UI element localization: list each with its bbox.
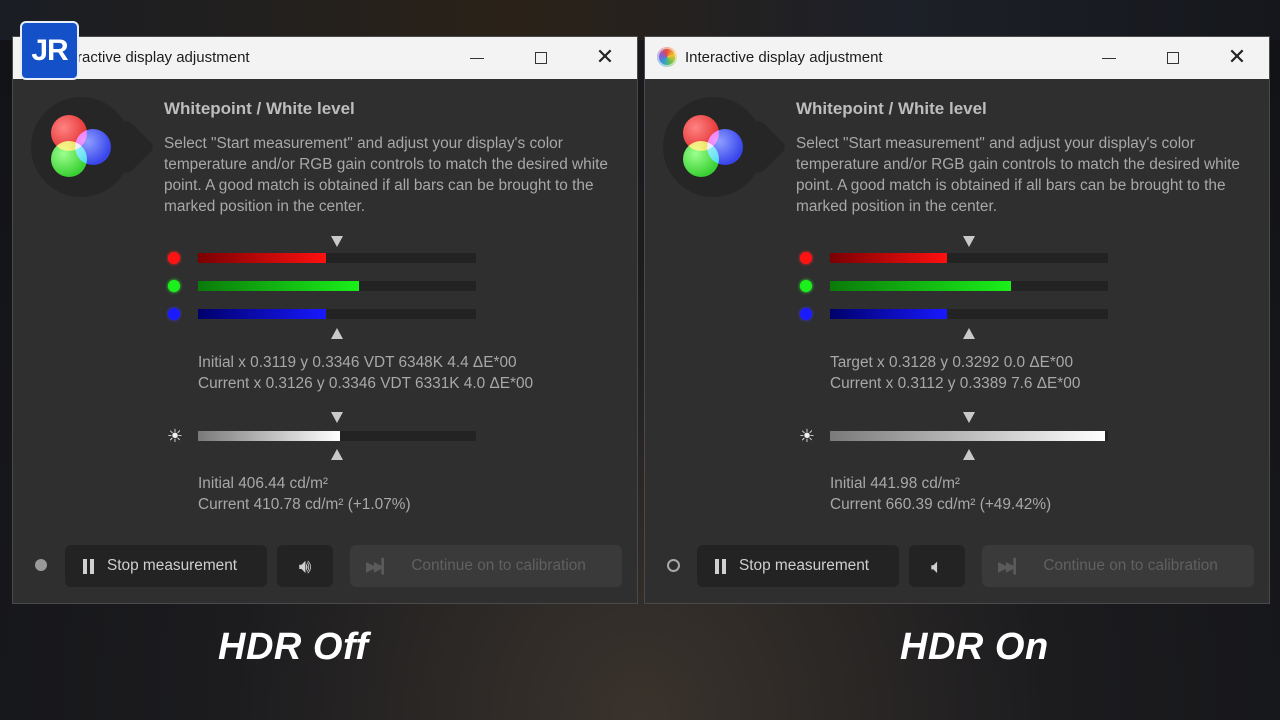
- stop-measurement-label: Stop measurement: [739, 557, 870, 574]
- luminance-marker-bottom: [331, 449, 343, 460]
- blue-gain-bar: [198, 309, 476, 319]
- speaker-muted-icon: 🔈︎: [931, 554, 943, 578]
- color-readout-current: Current x 0.3112 y 0.3389 7.6 ΔE*00: [830, 375, 1081, 392]
- continue-calibration-button[interactable]: ▶▶▎ Continue on to calibration: [982, 545, 1254, 587]
- jr-watermark-logo: JR: [20, 21, 79, 80]
- blue-channel-icon: [168, 308, 180, 320]
- target-marker-bottom: [331, 328, 343, 339]
- window-hdr-off: ractive display adjustment ✕ Whitepoint …: [12, 36, 638, 604]
- color-readout-target: Target x 0.3128 y 0.3292 0.0 ΔE*00: [830, 354, 1074, 371]
- skip-forward-icon: ▶▶▎: [366, 557, 392, 574]
- red-channel-icon: [168, 252, 180, 264]
- red-channel-icon: [800, 252, 812, 264]
- blue-bar-fill: [198, 309, 326, 319]
- luminance-bar: [198, 431, 476, 441]
- luminance-bar-fill: [198, 431, 340, 441]
- close-button[interactable]: ✕: [591, 44, 619, 72]
- continue-calibration-button[interactable]: ▶▶▎ Continue on to calibration: [350, 545, 622, 587]
- window-title: ractive display adjustment: [77, 49, 250, 66]
- luminance-marker-top: [963, 412, 975, 423]
- blue-channel-icon: [800, 308, 812, 320]
- rgb-circles-logo: [679, 115, 749, 185]
- color-readout-initial: Initial x 0.3119 y 0.3346 VDT 6348K 4.4 …: [198, 354, 517, 371]
- measurement-status-icon: [35, 559, 47, 571]
- minimize-button[interactable]: [1095, 44, 1123, 72]
- maximize-icon: [1167, 52, 1179, 64]
- instructions-text: Select "Start measurement" and adjust yo…: [796, 135, 1240, 215]
- instructions-text: Select "Start measurement" and adjust yo…: [164, 135, 608, 215]
- caption-hdr-off: HDR Off: [218, 626, 369, 668]
- luminance-marker-bottom: [963, 449, 975, 460]
- green-bar-fill: [830, 281, 1011, 291]
- background-band: [0, 0, 1280, 40]
- green-bar-fill: [198, 281, 360, 291]
- section-heading: Whitepoint / White level: [164, 99, 355, 118]
- minimize-button[interactable]: [463, 44, 491, 72]
- green-gain-bar: [830, 281, 1108, 291]
- title-bar[interactable]: Interactive display adjustment ✕: [645, 37, 1269, 79]
- red-gain-bar: [198, 253, 476, 263]
- measurement-status-icon: [667, 559, 680, 572]
- green-channel-icon: [168, 280, 180, 292]
- color-readout-current: Current x 0.3126 y 0.3346 VDT 6331K 4.0 …: [198, 375, 534, 392]
- stop-measurement-label: Stop measurement: [107, 557, 238, 574]
- red-bar-fill: [830, 253, 947, 263]
- stop-measurement-button[interactable]: Stop measurement: [65, 545, 267, 587]
- maximize-button[interactable]: [1159, 44, 1187, 72]
- luminance-bar: [830, 431, 1108, 441]
- brightness-icon: ☀: [166, 426, 184, 446]
- sound-toggle-button[interactable]: 🔊︎: [277, 545, 333, 587]
- minimize-icon: [1102, 57, 1116, 59]
- luminance-bar-fill: [830, 431, 1106, 441]
- continue-calibration-label: Continue on to calibration: [1043, 557, 1218, 574]
- green-channel-icon: [800, 280, 812, 292]
- section-heading: Whitepoint / White level: [796, 99, 987, 118]
- pause-icon: [82, 558, 96, 574]
- red-bar-fill: [198, 253, 326, 263]
- stop-measurement-button[interactable]: Stop measurement: [697, 545, 899, 587]
- blue-gain-bar: [830, 309, 1108, 319]
- brightness-icon: ☀: [798, 426, 816, 446]
- title-bar[interactable]: ractive display adjustment ✕: [13, 37, 637, 79]
- red-gain-bar: [830, 253, 1108, 263]
- skip-forward-icon: ▶▶▎: [998, 557, 1024, 574]
- blue-bar-fill: [830, 309, 947, 319]
- target-marker-bottom: [963, 328, 975, 339]
- window-title: Interactive display adjustment: [685, 49, 883, 66]
- minimize-icon: [470, 57, 484, 59]
- displaycal-app-icon: [657, 47, 677, 67]
- luminance-readout-current: Current 410.78 cd/m² (+1.07%): [198, 496, 411, 513]
- maximize-button[interactable]: [527, 44, 555, 72]
- caption-hdr-on: HDR On: [900, 626, 1049, 668]
- close-button[interactable]: ✕: [1223, 44, 1251, 72]
- luminance-readout-initial: Initial 406.44 cd/m²: [198, 475, 329, 492]
- luminance-readout-current: Current 660.39 cd/m² (+49.42%): [830, 496, 1052, 513]
- pause-icon: [714, 558, 728, 574]
- target-marker-top: [963, 236, 975, 247]
- speaker-on-icon: 🔊︎: [298, 554, 312, 578]
- sound-toggle-button[interactable]: 🔈︎: [909, 545, 965, 587]
- green-gain-bar: [198, 281, 476, 291]
- target-marker-top: [331, 236, 343, 247]
- close-icon: ✕: [595, 45, 615, 70]
- rgb-circles-logo: [47, 115, 117, 185]
- continue-calibration-label: Continue on to calibration: [411, 557, 586, 574]
- luminance-readout-initial: Initial 441.98 cd/m²: [830, 475, 961, 492]
- close-icon: ✕: [1227, 45, 1247, 70]
- maximize-icon: [535, 52, 547, 64]
- window-hdr-on: Interactive display adjustment ✕ Whitepo…: [644, 36, 1270, 604]
- luminance-marker-top: [331, 412, 343, 423]
